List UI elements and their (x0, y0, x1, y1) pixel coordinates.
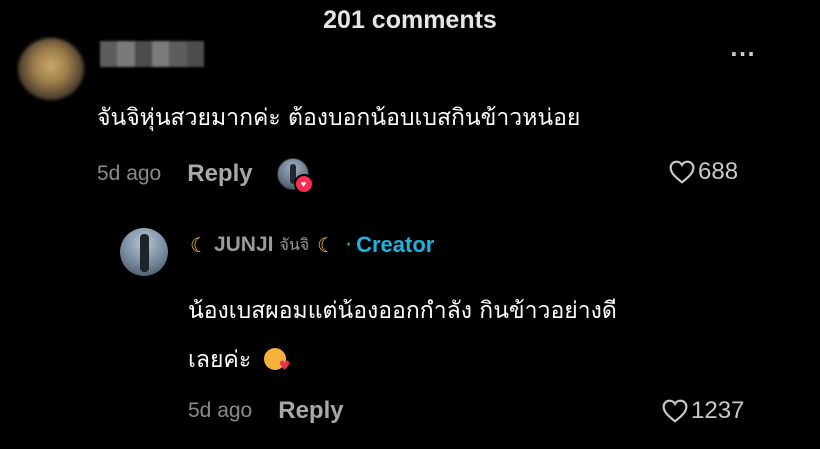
reply-to-reply-button[interactable]: Reply (278, 397, 343, 425)
comments-count-title: 201 comments (323, 5, 497, 34)
comments-header: 201 comments (0, 0, 820, 40)
more-options-icon[interactable]: ··· (728, 42, 758, 66)
commenter-username-redacted[interactable] (100, 41, 204, 67)
creator-liked-avatar: ♥ (276, 158, 314, 194)
reply-author-line: ☾ JUNJI จันจิ ☾ · Creator (190, 232, 434, 258)
heart-outline-icon (669, 160, 695, 184)
comment-meta-row: 5d ago Reply ♥ (97, 158, 314, 194)
reply-meta-row: 5d ago Reply (188, 397, 344, 425)
reply-author-name[interactable]: JUNJI (214, 233, 274, 257)
reply-text-line-1: น้องเบสผอมแต่น้องออกกำลัง กินข้าวอย่างดี (188, 298, 617, 324)
comment-like-button[interactable]: 688 (669, 158, 738, 186)
creator-avatar[interactable] (120, 228, 168, 276)
reply-time: 5d ago (188, 399, 253, 422)
smiling-face-with-hearts-icon (264, 342, 290, 391)
badge-separator: · (345, 232, 353, 258)
reply-author-thai-name[interactable]: จันจิ (279, 233, 309, 258)
comment-like-count: 688 (698, 158, 739, 185)
reply-text-line-2: เลยค่ะ (188, 347, 252, 373)
reply-text-line-2-wrap: เลยค่ะ (188, 336, 788, 391)
creator-badge: Creator (356, 232, 435, 257)
crescent-moon-icon: ☾ (317, 233, 336, 257)
reply-button[interactable]: Reply (187, 160, 252, 188)
comment-text: จันจิหุ่นสวยมากค่ะ ต้องบอกน้อบเบสกินข้าว… (97, 105, 581, 131)
heart-outline-icon (662, 399, 688, 423)
reply-like-button[interactable]: 1237 (662, 397, 744, 425)
reply-text: น้องเบสผอมแต่น้องออกกำลัง กินข้าวอย่างดี… (188, 287, 788, 391)
crescent-moon-icon: ☾ (190, 233, 208, 257)
commenter-avatar[interactable] (18, 38, 84, 100)
comment-time: 5d ago (97, 162, 162, 185)
liked-by-creator-heart-icon: ♥ (293, 174, 314, 194)
reply-like-count: 1237 (691, 397, 745, 424)
